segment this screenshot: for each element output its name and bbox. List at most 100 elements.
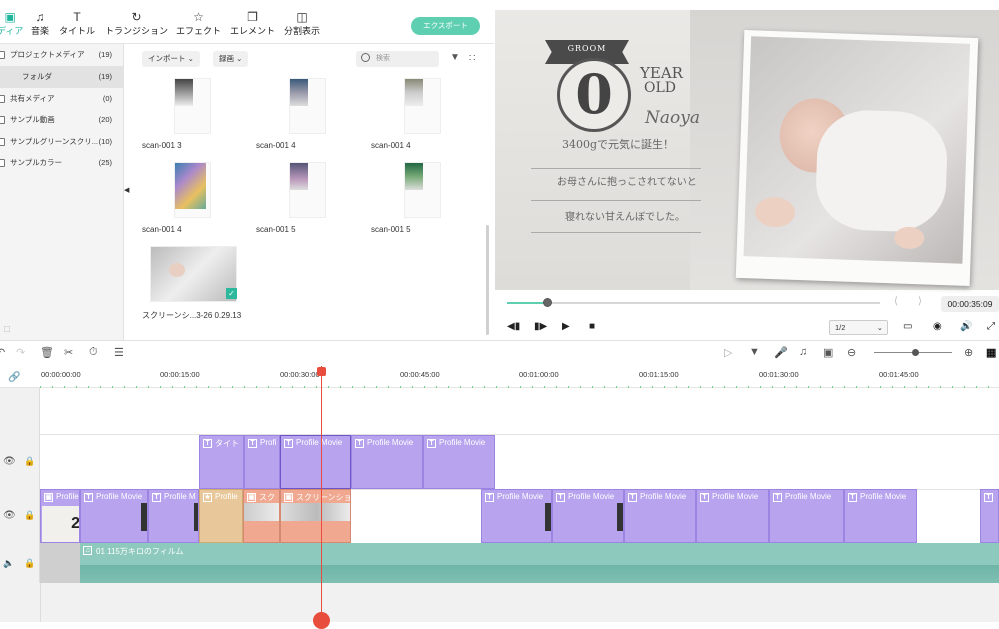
lock-icon[interactable]: 🔒	[24, 558, 35, 569]
media-thumbnail[interactable]	[404, 78, 441, 134]
media-thumbnail[interactable]	[174, 162, 211, 218]
timeline-grid-icon[interactable]: ▦	[986, 346, 996, 359]
element-icon: ❐	[247, 10, 258, 24]
render-icon[interactable]: ▷	[724, 346, 732, 359]
lock-icon[interactable]: 🔒	[24, 510, 35, 521]
adjust-icon[interactable]: ☰	[114, 346, 124, 359]
record-dropdown[interactable]: 録画 ⌄	[213, 51, 249, 67]
sidebar-item-project-media[interactable]: プロジェクトメディア (19)	[0, 44, 124, 66]
video-clip[interactable]: ▣ スク	[243, 489, 280, 543]
cut-icon[interactable]: ✂	[64, 346, 73, 359]
title-clip[interactable]: T Profile Movie	[423, 435, 495, 489]
volume-icon[interactable]: 🔊	[960, 321, 972, 332]
title-clip[interactable]: T Profile Movie	[280, 435, 351, 489]
playback-progress[interactable]	[507, 302, 880, 304]
zoom-out-icon[interactable]: ⊖	[847, 346, 856, 359]
import-dropdown[interactable]: インポート ⌄	[142, 51, 200, 67]
zoom-in-icon[interactable]: ⊕	[964, 346, 973, 359]
title-clip[interactable]: T Profile Movie	[351, 435, 423, 489]
title-clip-icon: T	[427, 439, 436, 448]
redo-icon[interactable]: ↷	[16, 346, 25, 359]
voiceover-icon[interactable]: 🎤	[774, 346, 788, 359]
grid-view-icon[interactable]: ∷	[469, 53, 475, 64]
tab-element[interactable]: ❐ エレメント	[230, 10, 275, 37]
folder-icon	[0, 116, 5, 124]
stop-icon[interactable]: ■	[589, 321, 595, 332]
search-input[interactable]: 検索	[356, 51, 439, 67]
undo-icon[interactable]: ↶	[0, 346, 5, 359]
media-item-name: scan-001 5	[256, 225, 296, 234]
playhead-handle[interactable]	[317, 367, 326, 376]
image-clip-icon: ▣	[247, 493, 256, 502]
video-clip[interactable]: T Profile M	[148, 489, 199, 543]
video-clip[interactable]: T Profile Movie	[552, 489, 624, 543]
title-clip-icon: T	[203, 439, 212, 448]
effect-icon: ☆	[193, 10, 204, 24]
media-scrollbar[interactable]	[486, 225, 489, 335]
video-clip[interactable]: T Profile Movie	[624, 489, 696, 543]
preview-quality-select[interactable]: 1/2 ⌄	[829, 320, 888, 335]
delete-icon[interactable]: 🗑	[40, 346, 54, 359]
tab-effect[interactable]: ☆ エフェクト	[176, 10, 221, 37]
media-thumbnail[interactable]	[174, 78, 211, 134]
link-icon[interactable]: 🔗	[8, 372, 20, 383]
folder-icon	[0, 138, 5, 146]
eye-icon[interactable]: 👁	[3, 456, 16, 467]
new-folder-icon[interactable]: □	[4, 324, 10, 335]
title-icon: T	[73, 10, 81, 24]
video-clip[interactable]: ★ Profile	[199, 489, 243, 543]
media-item-name: scan-001 3	[142, 141, 182, 150]
play-icon[interactable]: ▶	[562, 321, 570, 332]
video-clip[interactable]: T Profile Movie	[696, 489, 769, 543]
sidebar-item-sample-green-screen[interactable]: サンプルグリーンスクリ... (10)	[0, 131, 124, 153]
filter-icon[interactable]: ▼	[450, 52, 460, 63]
marker-icon[interactable]: ▼	[749, 346, 760, 358]
snapshot-icon[interactable]: ◉	[933, 321, 942, 332]
tab-media[interactable]: ▣ ディア	[0, 10, 23, 37]
speaker-icon[interactable]: 🔈	[3, 558, 14, 569]
playback-scrubber[interactable]	[543, 298, 552, 307]
fullscreen-icon[interactable]: ⤢	[987, 321, 995, 332]
mark-out-icon[interactable]: ⟩	[918, 296, 922, 307]
tab-music[interactable]: ♫ 音楽	[31, 10, 49, 37]
title-clip[interactable]: T タイト	[199, 435, 244, 489]
timeline-ruler[interactable]	[0, 366, 999, 388]
media-thumbnail[interactable]	[289, 78, 326, 134]
video-clip[interactable]: T Profile Movie	[481, 489, 552, 543]
zoom-slider-knob[interactable]	[912, 349, 919, 356]
sidebar-item-folder[interactable]: フォルダ (19)	[0, 66, 124, 88]
video-clip[interactable]: T Profile Movie	[80, 489, 148, 543]
video-clip[interactable]: ▣ スクリーンショ	[280, 489, 351, 543]
media-thumbnail[interactable]	[289, 162, 326, 218]
video-clip[interactable]: T Profile Movie	[844, 489, 917, 543]
video-clip[interactable]: T	[980, 489, 999, 543]
lock-icon[interactable]: 🔒	[24, 456, 35, 467]
collapse-sidebar-icon[interactable]: ◀	[124, 186, 129, 194]
media-thumbnail[interactable]	[404, 162, 441, 218]
title-clip-icon: T	[984, 493, 993, 502]
sidebar-item-shared-media[interactable]: 共有メディア (0)	[0, 88, 124, 110]
playhead[interactable]	[321, 366, 322, 622]
media-item-name: scan-001 4	[142, 225, 182, 234]
step-back-icon[interactable]: ◀▮	[507, 321, 520, 332]
tab-transition[interactable]: ↻ トランジション	[105, 10, 168, 37]
subtitle-icon[interactable]: ▣	[823, 346, 833, 359]
speed-icon[interactable]: ⏱	[89, 346, 98, 359]
tab-title[interactable]: T タイトル	[59, 10, 95, 37]
playhead-bottom-handle[interactable]	[313, 612, 330, 629]
video-clip[interactable]: ▣ Profile 2	[40, 489, 80, 543]
display-icon[interactable]: ▭	[903, 321, 912, 332]
eye-icon[interactable]: 👁	[3, 510, 16, 521]
title-clip-icon: T	[84, 493, 93, 502]
video-clip[interactable]: T Profile Movie	[769, 489, 844, 543]
audio-mixer-icon[interactable]: ♫	[799, 346, 807, 358]
mark-in-icon[interactable]: ⟨	[894, 296, 898, 307]
audio-clip[interactable]: ♫ 01 115万キロのフィルム	[80, 543, 999, 583]
tab-split-screen[interactable]: ◫ 分割表示	[284, 10, 320, 37]
media-thumbnail[interactable]: ✓	[150, 246, 237, 302]
sidebar-item-sample-color[interactable]: サンプルカラー (25)	[0, 152, 124, 174]
play-frame-icon[interactable]: ▮▶	[534, 321, 547, 332]
sidebar-item-sample-video[interactable]: サンプル動画 (20)	[0, 109, 124, 131]
title-clip[interactable]: T Profi	[244, 435, 280, 489]
export-button[interactable]: エクスポート	[411, 17, 480, 35]
